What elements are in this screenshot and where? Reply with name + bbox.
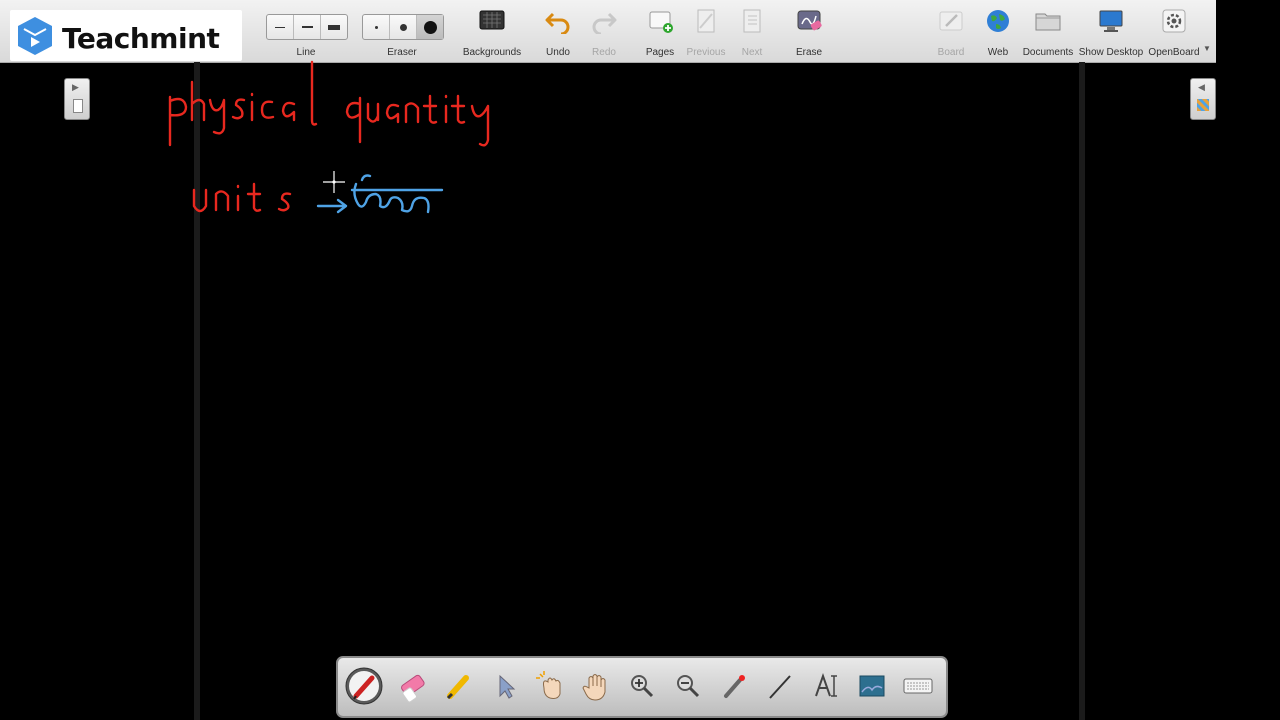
zoom-out-icon (677, 675, 700, 698)
line-icon (769, 675, 791, 699)
eraser-icon (401, 674, 425, 703)
pen-tool-button[interactable] (344, 666, 384, 706)
zoom-in-tool-button[interactable] (622, 666, 662, 706)
marker-tool-button[interactable] (438, 666, 478, 706)
interact-icon (536, 671, 561, 699)
capture-tool-button[interactable] (852, 666, 892, 706)
text-icon (815, 672, 837, 697)
whiteboard-canvas[interactable] (0, 0, 1280, 720)
capture-icon (859, 675, 885, 697)
keyboard-tool-button[interactable] (898, 666, 938, 706)
laser-pointer-tool-button[interactable] (714, 666, 754, 706)
pen-icon (345, 667, 383, 705)
handwriting-physical-quantity (168, 60, 490, 147)
tool-palette (336, 656, 948, 718)
handwriting-units (192, 182, 292, 213)
interact-tool-button[interactable] (530, 666, 570, 706)
selector-tool-button[interactable] (484, 666, 524, 706)
eraser-tool-button[interactable] (392, 666, 432, 706)
crosshair-cursor (323, 171, 345, 193)
hand-icon (582, 674, 606, 701)
zoom-out-tool-button[interactable] (668, 666, 708, 706)
line-tool-button[interactable] (760, 666, 800, 706)
text-tool-button[interactable] (806, 666, 846, 706)
marker-icon (446, 675, 469, 700)
selector-icon (499, 674, 516, 699)
laser-pointer-icon (724, 675, 745, 698)
keyboard-icon (903, 678, 933, 694)
hand-tool-button[interactable] (576, 666, 616, 706)
zoom-in-icon (631, 675, 654, 698)
handwriting-arrow-bengali (316, 174, 444, 214)
